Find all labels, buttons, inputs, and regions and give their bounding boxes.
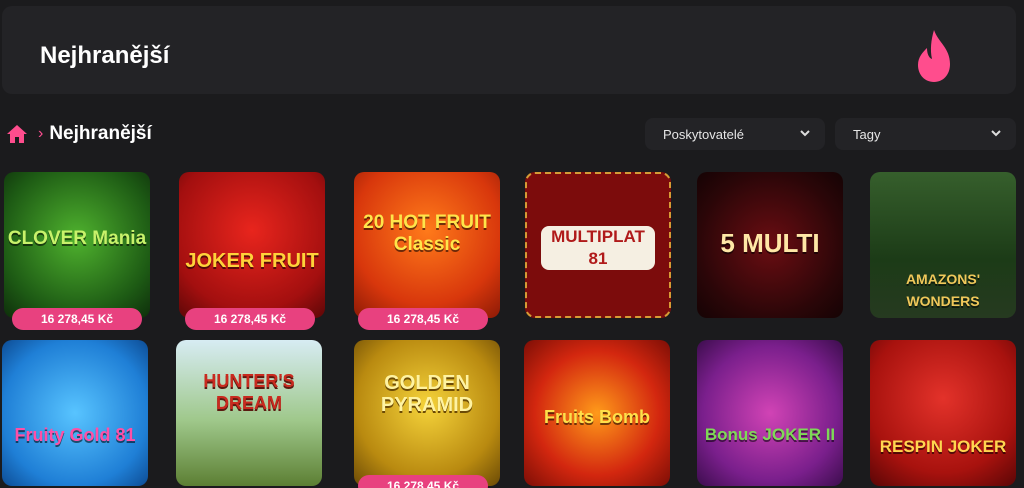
game-tile-multiplat-81[interactable]: MULTIPLAT 81 xyxy=(525,172,671,318)
game-title: GOLDEN PYRAMID xyxy=(380,372,474,416)
game-title: CLOVER Mania xyxy=(7,228,147,249)
game-tile-20-hot-fruit[interactable]: 20 HOT FRUIT Classic xyxy=(354,172,500,318)
chevron-down-icon xyxy=(800,130,810,137)
game-title: RESPIN JOKER xyxy=(879,437,1007,456)
game-tile-fruity-gold-81[interactable]: Fruity Gold 81 xyxy=(2,340,148,486)
game-tile-5-multi[interactable]: 5 MULTI xyxy=(697,172,843,318)
game-title: 5 MULTI xyxy=(720,228,820,258)
game-title: JOKER FRUIT xyxy=(185,250,319,272)
chevron-right-icon: › xyxy=(38,125,44,142)
game-tile-amazons-wonders[interactable]: AMAZONS' WONDERS xyxy=(870,172,1016,318)
tags-select-value: Tagy xyxy=(853,126,881,142)
game-title: 20 HOT FRUIT Classic xyxy=(363,212,491,255)
game-title: HUNTER'S DREAM xyxy=(203,371,295,413)
game-tile-fruits-bomb[interactable]: Fruits Bomb xyxy=(524,340,670,486)
game-tile-bonus-joker-ii[interactable]: Bonus JOKER II xyxy=(697,340,843,486)
providers-select[interactable]: Poskytovatelé xyxy=(645,118,825,150)
game-tile-joker-fruit[interactable]: JOKER FRUIT xyxy=(179,172,325,318)
tags-select[interactable]: Tagy xyxy=(835,118,1016,150)
page-header: Nejhranější xyxy=(2,6,1016,94)
game-title: MULTIPLAT 81 xyxy=(541,226,655,270)
price-badge: 16 278,45 Kč xyxy=(185,308,315,330)
game-title: Fruity Gold 81 xyxy=(14,425,136,445)
game-tile-golden-pyramid[interactable]: GOLDEN PYRAMID xyxy=(354,340,500,486)
game-title: AMAZONS' WONDERS xyxy=(905,271,981,309)
breadcrumb-current: Nejhranější xyxy=(49,123,152,144)
price-badge: 16 278,45 Kč xyxy=(12,308,142,330)
home-icon[interactable] xyxy=(6,124,28,144)
page-title: Nejhranější xyxy=(40,42,170,69)
game-tile-respin-joker[interactable]: RESPIN JOKER xyxy=(870,340,1016,486)
game-title: Fruits Bomb xyxy=(544,407,650,427)
providers-select-value: Poskytovatelé xyxy=(663,126,744,142)
price-badge: 16 278,45 Kč xyxy=(358,308,488,330)
price-badge: 16 278,45 Kč xyxy=(358,475,488,488)
chevron-down-icon xyxy=(991,130,1001,137)
game-title: Bonus JOKER II xyxy=(704,425,836,444)
flame-icon xyxy=(918,30,950,82)
breadcrumb: › Nejhranější xyxy=(6,120,152,148)
game-tile-hunters-dream[interactable]: HUNTER'S DREAM xyxy=(176,340,322,486)
game-tile-clover-mania[interactable]: CLOVER Mania xyxy=(4,172,150,318)
